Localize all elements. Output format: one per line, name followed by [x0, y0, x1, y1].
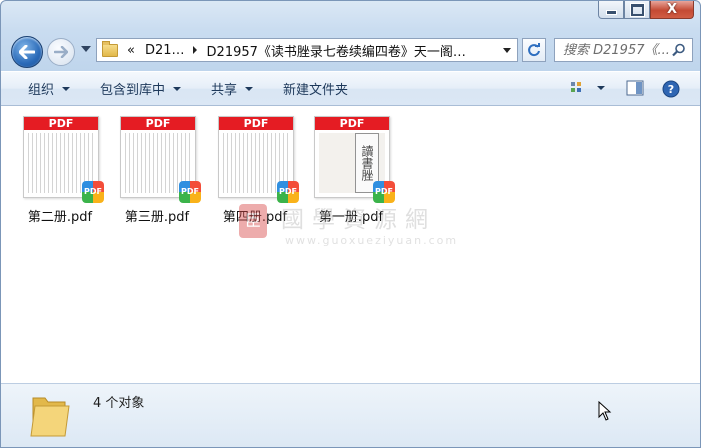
details-pane: 4 个对象 — [1, 383, 700, 447]
search-box[interactable] — [554, 38, 693, 62]
include-in-library-label: 包含到库中 — [100, 83, 166, 98]
maximize-icon — [629, 2, 645, 17]
new-folder-label: 新建文件夹 — [283, 83, 349, 98]
preview-pane-button[interactable] — [626, 80, 644, 99]
watermark-title: 國學資源網 — [281, 207, 436, 233]
recent-pages-dropdown[interactable] — [81, 46, 91, 52]
organize-menu[interactable]: 组织 — [28, 72, 71, 105]
command-bar: 组织 包含到库中 共享 新建文件夹 ? — [1, 71, 700, 106]
folder-icon — [30, 397, 70, 437]
caption-buttons: X — [598, 1, 694, 21]
pdf-thumbnail: PDF 讀書脞 PDF — [314, 116, 395, 203]
breadcrumb-separator-icon[interactable] — [192, 46, 197, 54]
explorer-window: X « D21… D21957《读书脞录七卷续编四卷》天一阁… 搜索 D2195… — [0, 0, 701, 448]
folder-icon — [102, 40, 118, 57]
pdf-band: PDF — [121, 117, 195, 130]
minimize-icon — [605, 10, 617, 15]
pdf-band: PDF — [219, 117, 293, 130]
file-name: 第三册.pdf — [124, 210, 190, 225]
watermark-seal: 臣 — [239, 204, 267, 238]
include-in-library-menu[interactable]: 包含到库中 — [100, 72, 182, 105]
new-folder-button[interactable]: 新建文件夹 — [283, 72, 348, 105]
close-icon: X — [666, 2, 678, 17]
breadcrumb-item-current[interactable]: D21957《读书脞录七卷续编四卷》天一阁… — [207, 41, 466, 60]
pdf-thumbnail: PDF PDF — [23, 116, 104, 203]
file-name: 第二册.pdf — [27, 210, 93, 225]
share-label: 共享 — [211, 83, 238, 98]
pdf-app-icon: PDF — [82, 181, 104, 203]
refresh-icon — [528, 43, 540, 57]
file-item[interactable]: PDF PDF 第二册.pdf — [18, 116, 104, 230]
breadcrumb-item[interactable]: D21… — [145, 43, 185, 58]
chevron-down-icon — [62, 86, 71, 91]
chevron-down-icon — [173, 86, 182, 91]
search-icon — [672, 43, 685, 57]
breadcrumb: « D21… D21957《读书脞录七卷续编四卷》天一阁… — [127, 41, 466, 60]
chevron-down-icon — [245, 86, 254, 91]
address-bar[interactable]: « D21… D21957《读书脞录七卷续编四卷》天一阁… — [96, 38, 518, 62]
maximize-button[interactable] — [624, 1, 650, 19]
help-icon: ? — [662, 80, 680, 98]
watermark: 臣 國學資源網 www.guoxueziyuan.com — [237, 200, 467, 250]
close-button[interactable]: X — [650, 1, 694, 19]
organize-label: 组织 — [28, 83, 55, 98]
svg-text:?: ? — [668, 83, 674, 96]
pdf-app-icon: PDF — [179, 181, 201, 203]
mouse-cursor-icon — [598, 401, 612, 421]
minimize-button[interactable] — [598, 1, 624, 19]
pdf-thumbnail: PDF PDF — [218, 116, 299, 203]
forward-arrow-icon — [54, 46, 68, 58]
refresh-button[interactable] — [522, 38, 546, 62]
preview-pane-icon — [626, 80, 644, 96]
address-history-dropdown[interactable] — [503, 48, 511, 53]
back-button[interactable] — [11, 36, 43, 68]
view-icon — [571, 82, 605, 92]
navigation-bar: « D21… D21957《读书脞录七卷续编四卷》天一阁… — [1, 33, 700, 68]
share-menu[interactable]: 共享 — [211, 72, 254, 105]
file-list[interactable]: PDF PDF 第二册.pdf PDF PDF 第三册.pdf PDF PDF … — [1, 106, 700, 383]
file-item[interactable]: PDF PDF 第三册.pdf — [115, 116, 201, 230]
forward-button[interactable] — [47, 38, 75, 66]
change-view-button[interactable] — [570, 80, 606, 99]
back-arrow-icon — [19, 45, 35, 59]
pdf-band: PDF — [315, 117, 389, 130]
search-input[interactable] — [563, 42, 675, 58]
breadcrumb-overflow[interactable]: « — [127, 43, 135, 58]
pdf-band: PDF — [24, 117, 98, 130]
pdf-thumbnail: PDF PDF — [120, 116, 201, 203]
watermark-url: www.guoxueziyuan.com — [285, 234, 459, 247]
help-button[interactable]: ? — [662, 80, 680, 101]
item-count: 4 个对象 — [93, 396, 145, 411]
